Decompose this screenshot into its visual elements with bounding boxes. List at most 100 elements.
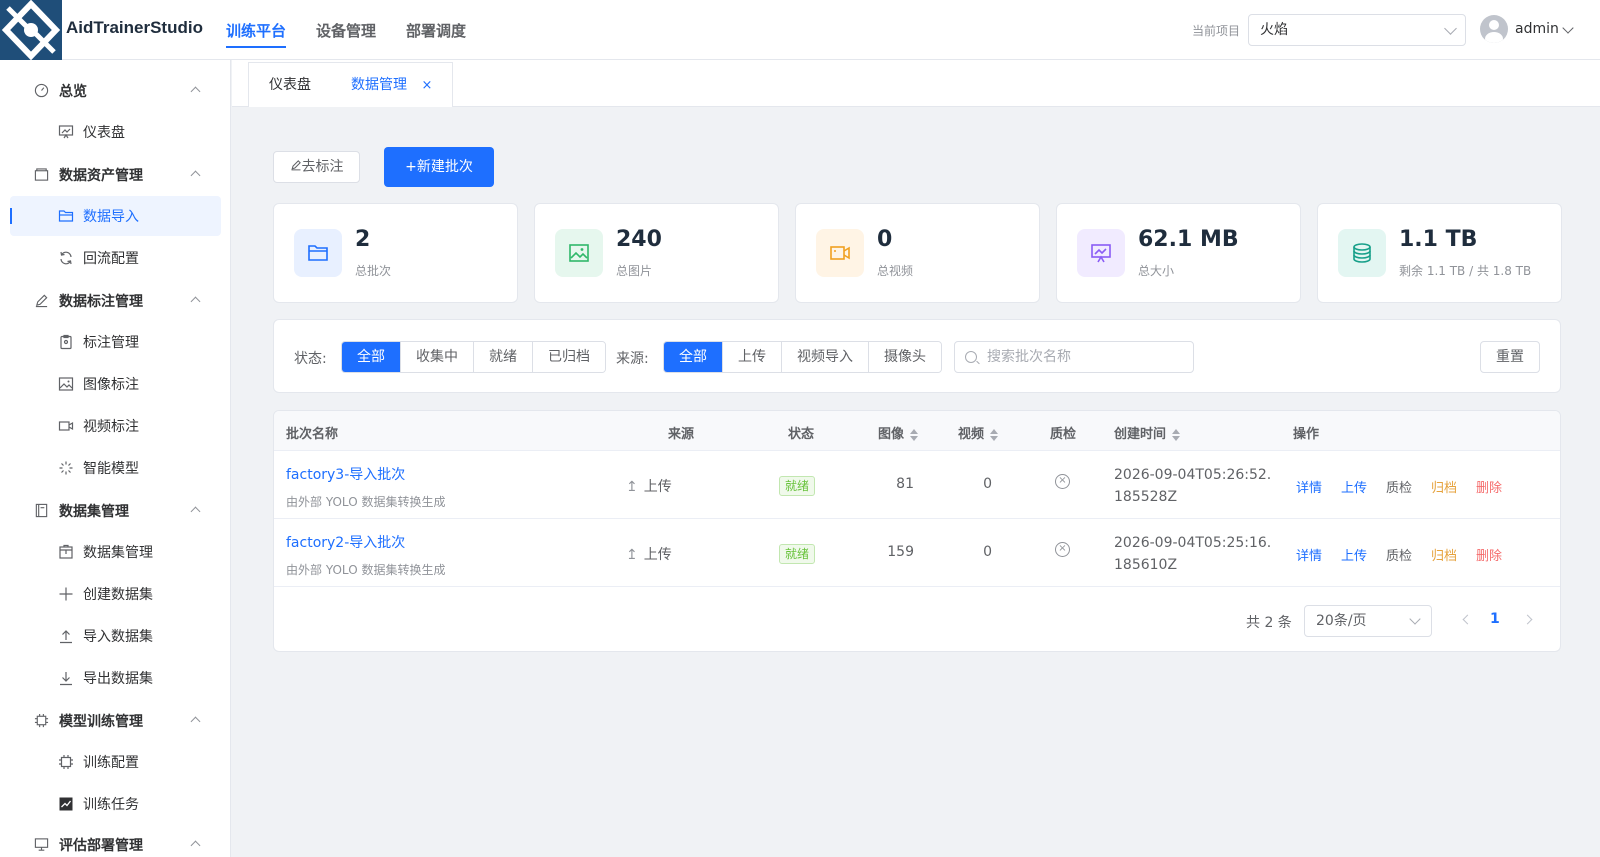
batch-name-link[interactable]: factory3-导入批次 (286, 464, 405, 484)
source-option-all[interactable]: 全部 (664, 342, 722, 372)
batch-image-count: 159 (887, 544, 914, 560)
stat-label: 总批次 (355, 264, 392, 278)
document-check-icon (60, 334, 72, 350)
sidebar-item-image-annotation[interactable]: 图像标注 (10, 364, 221, 404)
qc-button[interactable]: 质检 (1386, 545, 1412, 564)
sidebar-item-training-tasks[interactable]: 训练任务 (10, 784, 221, 824)
sidebar-item-label: 导出数据集 (83, 671, 153, 687)
close-icon[interactable]: × (421, 78, 432, 93)
new-batch-button[interactable]: +新建批次 (384, 147, 494, 187)
sidebar-group-label: 数据资产管理 (59, 168, 143, 184)
top-header: AidTrainerStudio 训练平台 设备管理 部署调度 当前项目 火焰 … (0, 0, 1600, 60)
detail-button[interactable]: 详情 (1296, 477, 1322, 496)
source-option-camera[interactable]: 摄像头 (868, 342, 941, 372)
sidebar-group-data-assets[interactable]: 数据资产管理 (0, 154, 230, 194)
app-name: AidTrainerStudio (66, 18, 203, 37)
reset-button[interactable]: 重置 (1480, 341, 1540, 373)
sidebar-item-dashboard[interactable]: 仪表盘 (10, 112, 221, 152)
sidebar-group-eval-deploy[interactable]: 评估部署管理 (0, 824, 230, 857)
detail-button[interactable]: 详情 (1296, 545, 1322, 564)
chevron-up-icon (190, 716, 201, 727)
table-row: factory2-导入批次 由外部 YOLO 数据集转换生成 ↥ 上传 就绪 15… (274, 519, 1560, 587)
sidebar-item-import-dataset[interactable]: 导入数据集 (10, 616, 221, 656)
sidebar-item-video-annotation[interactable]: 视频标注 (10, 406, 221, 446)
col-images[interactable]: 图像 (878, 423, 919, 442)
sidebar-item-smart-model[interactable]: 智能模型 (10, 448, 221, 488)
chevron-down-icon (1409, 613, 1421, 625)
folder-open-icon (58, 210, 74, 222)
sidebar-item-annotation-manage[interactable]: 标注管理 (10, 322, 221, 362)
sidebar-item-label: 智能模型 (83, 461, 139, 477)
sidebar-item-export-dataset[interactable]: 导出数据集 (10, 658, 221, 698)
delete-button[interactable]: 删除 (1476, 477, 1502, 496)
batch-created-time: 2026-09-04T05:25:16.185610Z (1114, 535, 1272, 573)
stat-value: 2 (355, 227, 371, 252)
upload-icon: ↥ (626, 479, 638, 495)
top-nav-training[interactable]: 训练平台 (226, 0, 287, 60)
next-page-icon[interactable] (1522, 614, 1533, 625)
sidebar-group-datasets[interactable]: 数据集管理 (0, 490, 230, 530)
status-option-archived[interactable]: 已归档 (532, 342, 605, 372)
stat-label: 总大小 (1138, 264, 1175, 278)
edit-pen-icon (35, 294, 48, 308)
refresh-icon (60, 251, 72, 265)
upload-button[interactable]: 上传 (1341, 545, 1367, 564)
col-videos[interactable]: 视频 (958, 423, 999, 442)
status-option-all[interactable]: 全部 (342, 342, 400, 372)
upload-button[interactable]: 上传 (1341, 477, 1367, 496)
col-created[interactable]: 创建时间 (1114, 423, 1181, 442)
app-logo[interactable] (0, 0, 62, 60)
sidebar-item-backflow-config[interactable]: 回流配置 (10, 238, 221, 278)
col-created-label: 创建时间 (1114, 427, 1167, 442)
sidebar-item-data-import[interactable]: 数据导入 (10, 196, 221, 236)
box-icon (59, 544, 73, 559)
tab-data-manage[interactable]: 数据管理 × (331, 62, 454, 107)
chevron-down-icon[interactable] (1562, 22, 1574, 34)
user-name[interactable]: admin (1515, 21, 1559, 37)
col-source: 来源 (668, 427, 695, 442)
status-option-collecting[interactable]: 收集中 (400, 342, 473, 372)
picture-icon (555, 229, 603, 277)
sidebar-item-training-config[interactable]: 训练配置 (10, 742, 221, 782)
qc-button[interactable]: 质检 (1386, 477, 1412, 496)
batch-name-link[interactable]: factory2-导入批次 (286, 532, 405, 552)
sidebar-group-annotation[interactable]: 数据标注管理 (0, 280, 230, 320)
pagination-total: 共 2 条 (1246, 615, 1292, 631)
prev-page-icon[interactable] (1462, 614, 1473, 625)
delete-button[interactable]: 删除 (1476, 545, 1502, 564)
page-number-current[interactable]: 1 (1490, 611, 1500, 627)
source-option-upload[interactable]: 上传 (722, 342, 781, 372)
col-name: 批次名称 (286, 427, 339, 442)
notebook-icon (35, 503, 48, 518)
sidebar-group-overview[interactable]: 总览 (0, 70, 230, 110)
sort-icon[interactable] (909, 428, 919, 441)
user-avatar[interactable] (1480, 15, 1508, 43)
source-option-video-import[interactable]: 视频导入 (781, 342, 868, 372)
col-images-label: 图像 (878, 427, 905, 442)
project-select[interactable]: 火焰 (1248, 14, 1466, 46)
go-annotate-button[interactable]: 去标注 (273, 151, 360, 183)
stat-card-batches: 2 总批次 (273, 203, 518, 303)
batch-search[interactable] (954, 341, 1194, 373)
sidebar-group-label: 数据标注管理 (59, 294, 143, 310)
sidebar-group-label: 评估部署管理 (59, 838, 143, 854)
sort-icon[interactable] (989, 428, 999, 441)
sort-icon[interactable] (1171, 428, 1181, 441)
status-option-ready[interactable]: 就绪 (473, 342, 532, 372)
tab-dashboard[interactable]: 仪表盘 (248, 62, 332, 107)
top-nav-devices[interactable]: 设备管理 (316, 0, 376, 60)
batch-search-input[interactable] (987, 347, 1187, 367)
sidebar-item-create-dataset[interactable]: 创建数据集 (10, 574, 221, 614)
monitor-icon (34, 838, 49, 851)
sidebar-item-dataset-manage[interactable]: 数据集管理 (10, 532, 221, 572)
sidebar-group-training[interactable]: 模型训练管理 (0, 700, 230, 740)
page-size-value: 20条/页 (1316, 613, 1367, 629)
top-nav-deploy[interactable]: 部署调度 (406, 0, 466, 60)
page-size-select[interactable]: 20条/页 (1304, 605, 1432, 637)
presentation-icon (58, 125, 74, 139)
archive-button[interactable]: 归档 (1431, 545, 1457, 564)
plus-icon (59, 587, 73, 601)
archive-button[interactable]: 归档 (1431, 477, 1457, 496)
sidebar: 总览 仪表盘 数据资产管理 数据导入 回流配置 数据标注管理 标注管理 图像标注… (0, 60, 231, 857)
download-icon (60, 672, 72, 686)
